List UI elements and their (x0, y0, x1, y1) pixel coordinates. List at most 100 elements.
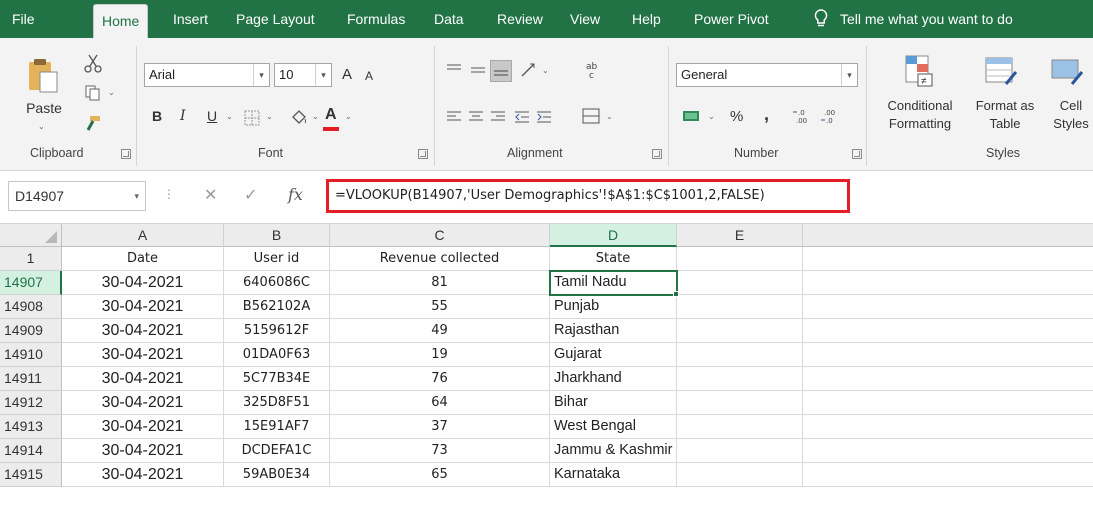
cell-empty[interactable] (803, 295, 1093, 319)
cell-empty[interactable] (803, 439, 1093, 463)
cell-empty[interactable] (803, 319, 1093, 343)
cell-state[interactable]: Bihar (550, 391, 677, 415)
column-header-b[interactable]: B (224, 224, 330, 247)
clipboard-launcher-icon[interactable] (121, 149, 131, 159)
decrease-indent-icon[interactable] (514, 110, 530, 124)
cell-empty[interactable] (803, 415, 1093, 439)
cell-user-id[interactable]: B562102A (224, 295, 330, 319)
chevron-down-icon[interactable]: ⌄ (226, 112, 233, 121)
accounting-format-icon[interactable] (682, 108, 702, 124)
cell-user-id[interactable]: 59AB0E34 (224, 463, 330, 487)
cell-empty[interactable] (803, 367, 1093, 391)
cell-state[interactable]: West Bengal (550, 415, 677, 439)
tab-home[interactable]: Home (93, 4, 149, 38)
tell-me-search[interactable]: Tell me what you want to do (840, 0, 1013, 38)
shrink-font-button[interactable]: A (365, 69, 373, 83)
row-header[interactable]: 14910 (0, 343, 62, 367)
cut-icon[interactable] (84, 54, 102, 74)
font-launcher-icon[interactable] (418, 149, 428, 159)
italic-button[interactable]: I (180, 108, 186, 124)
tab-power-pivot[interactable]: Power Pivot (694, 0, 769, 38)
cell-revenue[interactable]: 37 (330, 415, 550, 439)
chevron-down-icon[interactable]: ⌄ (345, 112, 352, 121)
number-launcher-icon[interactable] (852, 149, 862, 159)
tab-formulas[interactable]: Formulas (347, 0, 405, 38)
cell-state[interactable]: Gujarat (550, 343, 677, 367)
cell-empty[interactable] (803, 391, 1093, 415)
cell-state[interactable]: Rajasthan (550, 319, 677, 343)
cell-header-user-id[interactable]: User id (224, 247, 330, 271)
align-bottom-button[interactable] (490, 60, 512, 82)
cell-user-id[interactable]: 5159612F (224, 319, 330, 343)
cell-state[interactable]: Tamil Nadu (549, 270, 678, 296)
tab-insert[interactable]: Insert (173, 0, 208, 38)
chevron-down-icon[interactable]: ⌄ (266, 112, 273, 121)
chevron-down-icon[interactable]: ⌄ (312, 112, 319, 121)
format-painter-icon[interactable] (84, 114, 102, 132)
row-header[interactable]: 14908 (0, 295, 62, 319)
tab-review[interactable]: Review (497, 0, 543, 38)
borders-icon[interactable] (244, 110, 260, 126)
cell-empty[interactable] (677, 391, 803, 415)
paste-button[interactable]: Paste ⌄ (22, 56, 72, 136)
copy-dropdown-icon[interactable]: ⌄ (108, 88, 115, 97)
cell-revenue[interactable]: 65 (330, 463, 550, 487)
cell-date[interactable]: 30-04-2021 (62, 367, 224, 391)
cell-empty[interactable] (803, 271, 1093, 295)
merge-center-icon[interactable] (582, 108, 600, 124)
bold-button[interactable]: B (152, 108, 162, 124)
increase-indent-icon[interactable] (536, 110, 552, 124)
cell-date[interactable]: 30-04-2021 (62, 319, 224, 343)
copy-icon[interactable] (84, 84, 102, 102)
row-header[interactable]: 1 (0, 247, 62, 271)
cell-date[interactable]: 30-04-2021 (62, 295, 224, 319)
cell-header-date[interactable]: Date (62, 247, 224, 271)
name-box[interactable]: D14907 ▾ (8, 181, 146, 211)
column-header-d[interactable]: D (550, 224, 677, 247)
chevron-down-icon[interactable]: ▾ (841, 64, 857, 86)
cell-empty[interactable] (677, 295, 803, 319)
fill-handle[interactable] (673, 291, 679, 297)
row-header[interactable]: 14909 (0, 319, 62, 343)
cell-styles-button[interactable]: Cell Styles (1042, 54, 1093, 144)
column-header-c[interactable]: C (330, 224, 550, 247)
tab-view[interactable]: View (570, 0, 600, 38)
row-header[interactable]: 14915 (0, 463, 62, 487)
chevron-down-icon[interactable]: ⌄ (708, 112, 715, 121)
row-header[interactable]: 14907 (0, 271, 62, 295)
cancel-icon[interactable]: ✕ (204, 185, 217, 205)
cell-empty[interactable] (677, 319, 803, 343)
format-as-table-button[interactable]: Format as Table (968, 54, 1042, 144)
cell-state[interactable]: Jharkhand (550, 367, 677, 391)
cell-user-id[interactable]: 6406086C (224, 271, 330, 295)
chevron-down-icon[interactable]: ▾ (134, 182, 139, 210)
cell-revenue[interactable]: 64 (330, 391, 550, 415)
cell-revenue[interactable]: 49 (330, 319, 550, 343)
column-header-a[interactable]: A (62, 224, 224, 247)
cell-empty[interactable] (677, 247, 803, 271)
cell-date[interactable]: 30-04-2021 (62, 439, 224, 463)
enter-icon[interactable]: ✓ (244, 185, 257, 205)
paste-dropdown-icon[interactable]: ⌄ (38, 122, 45, 131)
cell-date[interactable]: 30-04-2021 (62, 343, 224, 367)
cell-date[interactable]: 30-04-2021 (62, 391, 224, 415)
cell-empty[interactable] (677, 367, 803, 391)
comma-style-button[interactable]: , (764, 104, 769, 125)
align-left-icon[interactable] (446, 110, 462, 124)
row-header[interactable]: 14913 (0, 415, 62, 439)
font-size-combo[interactable]: 10 ▾ (274, 63, 332, 87)
align-top-icon[interactable] (446, 63, 462, 77)
underline-button[interactable]: U (207, 108, 217, 124)
align-middle-icon[interactable] (470, 63, 486, 77)
cell-empty[interactable] (677, 439, 803, 463)
formula-input[interactable]: =VLOOKUP(B14907,'User Demographics'!$A$1… (326, 179, 850, 213)
cell-revenue[interactable]: 19 (330, 343, 550, 367)
row-header[interactable]: 14911 (0, 367, 62, 391)
cell-user-id[interactable]: 01DA0F63 (224, 343, 330, 367)
cell-revenue[interactable]: 76 (330, 367, 550, 391)
cell-date[interactable]: 30-04-2021 (62, 271, 224, 295)
cell-revenue[interactable]: 81 (330, 271, 550, 295)
more-options-icon[interactable]: ⋮ (163, 187, 175, 201)
align-center-icon[interactable] (468, 110, 484, 124)
font-color-button[interactable]: A (325, 106, 337, 124)
